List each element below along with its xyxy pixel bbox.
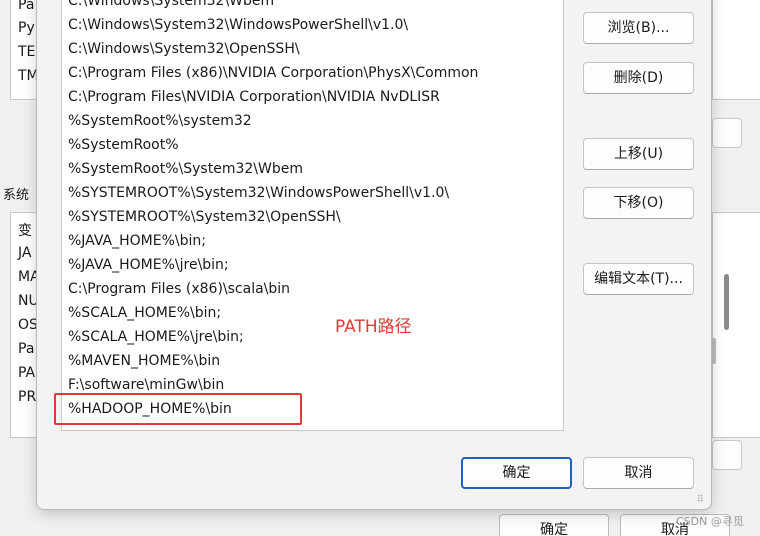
cancel-button[interactable]: 取消 xyxy=(583,457,694,489)
move-down-button[interactable]: 下移(O) xyxy=(583,187,694,219)
edit-environment-variable-dialog: C:\Windows\System32\Wbem C:\Windows\Syst… xyxy=(36,0,712,510)
path-entry[interactable]: C:\Windows\System32\OpenSSH\ xyxy=(62,37,552,61)
path-entry[interactable]: %SystemRoot% xyxy=(62,133,552,157)
path-entry[interactable]: C:\Program Files\NVIDIA Corporation\NVID… xyxy=(62,85,552,109)
env-list-item[interactable]: Py xyxy=(18,20,35,36)
move-up-button[interactable]: 上移(U) xyxy=(583,138,694,170)
env-list-item[interactable]: Pa xyxy=(18,0,34,13)
path-entry[interactable]: C:\Windows\System32\Wbem xyxy=(62,0,552,13)
path-entry[interactable]: %SCALA_HOME%\jre\bin; xyxy=(62,325,552,349)
path-entry[interactable]: %SystemRoot%\System32\Wbem xyxy=(62,157,552,181)
path-entry[interactable]: %JAVA_HOME%\bin; xyxy=(62,229,552,253)
env-list-item[interactable]: TE xyxy=(18,44,35,60)
bg-scrollbar-track-mark xyxy=(712,338,716,364)
sys-list-item[interactable]: JA xyxy=(18,245,31,261)
path-annotation: PATH路径 xyxy=(335,317,412,337)
bg-right-panel-lower xyxy=(712,212,760,438)
sys-list-item[interactable]: Pa xyxy=(18,341,34,357)
system-variables-label: 系统 xyxy=(3,188,30,203)
bg-button-partial[interactable] xyxy=(712,118,742,148)
resize-grip-icon[interactable]: ⠿ xyxy=(697,496,709,508)
sys-list-item[interactable]: OS xyxy=(18,317,38,333)
path-entry[interactable]: %SystemRoot%\system32 xyxy=(62,109,552,133)
bg-right-panel xyxy=(712,0,760,100)
watermark: CSDN @寻觅 xyxy=(676,515,744,528)
sys-list-item[interactable]: PR xyxy=(18,389,36,405)
sys-list-item[interactable]: PA xyxy=(18,365,35,381)
bg-button-partial[interactable] xyxy=(712,440,742,470)
sys-list-header: 变 xyxy=(18,223,32,239)
hadoop-highlight-box xyxy=(54,393,302,425)
path-entry[interactable]: %MAVEN_HOME%\bin xyxy=(62,349,552,373)
ok-button[interactable]: 确定 xyxy=(461,457,572,489)
path-entry[interactable]: %SCALA_HOME%\bin; xyxy=(62,301,552,325)
bg-scrollbar-thumb[interactable] xyxy=(724,274,729,330)
path-entry[interactable]: %SYSTEMROOT%\System32\OpenSSH\ xyxy=(62,205,552,229)
path-entry[interactable]: C:\Windows\System32\WindowsPowerShell\v1… xyxy=(62,13,552,37)
edit-text-button[interactable]: 编辑文本(T)... xyxy=(583,263,694,295)
path-entries-list[interactable]: C:\Windows\System32\Wbem C:\Windows\Syst… xyxy=(61,0,564,431)
delete-button[interactable]: 删除(D) xyxy=(583,62,694,94)
path-entry[interactable]: %JAVA_HOME%\jre\bin; xyxy=(62,253,552,277)
path-entry[interactable]: C:\Program Files (x86)\scala\bin xyxy=(62,277,552,301)
bg-ok-button[interactable]: 确定 xyxy=(499,514,609,536)
path-rows: C:\Windows\System32\Wbem C:\Windows\Syst… xyxy=(62,0,552,421)
path-entry[interactable]: %SYSTEMROOT%\System32\WindowsPowerShell\… xyxy=(62,181,552,205)
browse-button[interactable]: 浏览(B)... xyxy=(583,12,694,44)
path-entry[interactable]: C:\Program Files (x86)\NVIDIA Corporatio… xyxy=(62,61,552,85)
